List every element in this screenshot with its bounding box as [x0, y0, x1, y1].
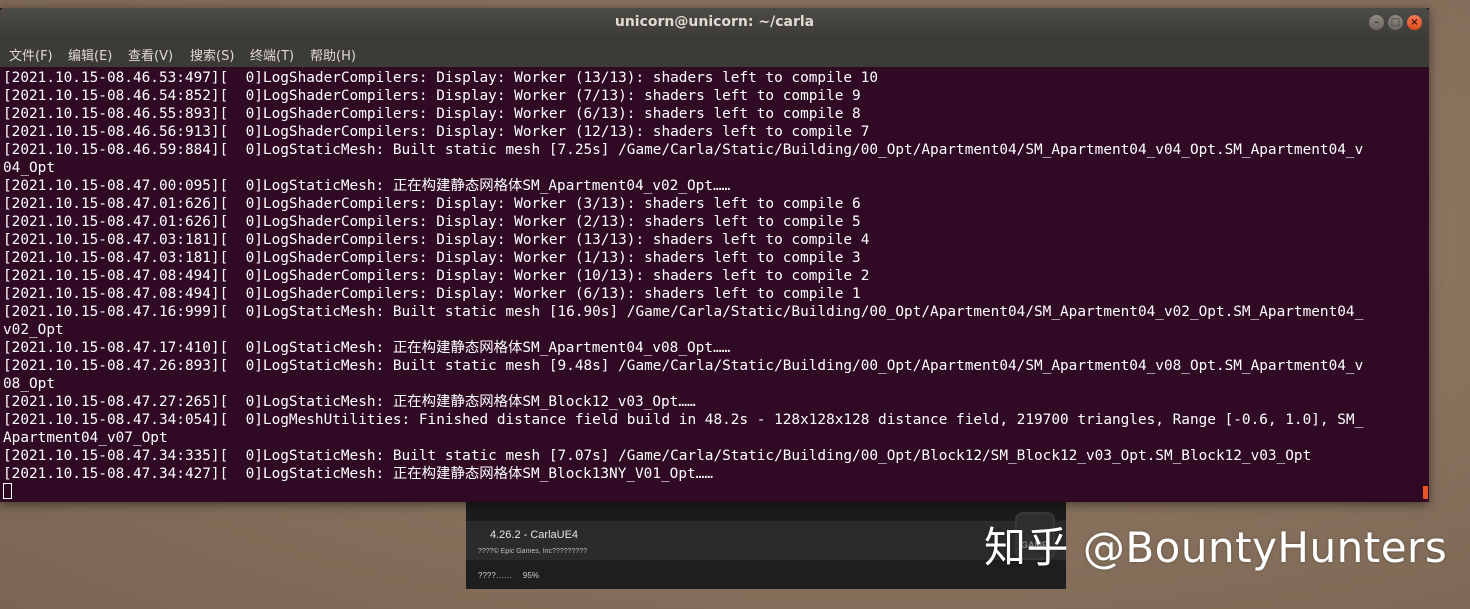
maximize-button[interactable]: □: [1388, 15, 1403, 30]
window-titlebar[interactable]: unicorn@unicorn: ~/carla – □ ×: [0, 8, 1429, 38]
menu-search[interactable]: 搜索(S): [190, 45, 234, 64]
menu-terminal[interactable]: 终端(T): [250, 45, 294, 64]
terminal-line: [2021.10.15-08.47.01:626][ 0]LogShaderCo…: [3, 214, 861, 230]
terminal-line: [2021.10.15-08.46.54:852][ 0]LogShaderCo…: [3, 88, 861, 104]
scrollbar[interactable]: [1423, 486, 1428, 499]
terminal-line: [2021.10.15-08.47.26:893][ 0]LogStaticMe…: [3, 358, 1364, 374]
terminal-line: [2021.10.15-08.46.53:497][ 0]LogShaderCo…: [3, 70, 879, 86]
zhihu-watermark: 知乎 @BountyHunters: [984, 523, 1448, 572]
terminal-line: [2021.10.15-08.46.59:884][ 0]LogStaticMe…: [3, 142, 1364, 158]
splash-loading-percent: 95%: [522, 571, 539, 580]
close-icon: ×: [1410, 17, 1419, 28]
close-button[interactable]: ×: [1407, 15, 1422, 30]
minimize-button[interactable]: –: [1369, 15, 1384, 30]
terminal-line: [2021.10.15-08.46.56:913][ 0]LogShaderCo…: [3, 124, 870, 140]
terminal-line: [2021.10.15-08.47.34:054][ 0]LogMeshUtil…: [3, 412, 1364, 428]
unreal-splash-window: 4.26.2 - CarlaUE4 ????© Epic Games, Inc?…: [466, 494, 1066, 589]
menu-view[interactable]: 查看(V): [128, 45, 173, 64]
terminal-line: 04_Opt: [3, 160, 55, 176]
terminal-window[interactable]: unicorn@unicorn: ~/carla – □ × 文件(F) 编辑(…: [0, 8, 1429, 502]
terminal-line: v02_Opt: [3, 322, 64, 338]
splash-version-title: 4.26.2 - CarlaUE4: [490, 529, 579, 541]
terminal-line: [2021.10.15-08.47.34:335][ 0]LogStaticMe…: [3, 448, 1312, 464]
terminal-line: Apartment04_v07_Opt: [3, 430, 168, 446]
terminal-line: [2021.10.15-08.47.08:494][ 0]LogShaderCo…: [3, 286, 861, 302]
terminal-line: [2021.10.15-08.47.27:265][ 0]LogStaticMe…: [3, 394, 696, 410]
minimize-icon: –: [1374, 17, 1379, 28]
terminal-line: [2021.10.15-08.47.03:181][ 0]LogShaderCo…: [3, 232, 870, 248]
menu-edit[interactable]: 编辑(E): [68, 45, 112, 64]
terminal-line: [2021.10.15-08.47.08:494][ 0]LogShaderCo…: [3, 268, 870, 284]
text-cursor: [3, 483, 12, 499]
menu-file[interactable]: 文件(F): [9, 45, 53, 64]
terminal-line: [2021.10.15-08.47.34:427][ 0]LogStaticMe…: [3, 466, 713, 482]
terminal-line: [2021.10.15-08.47.03:181][ 0]LogShaderCo…: [3, 250, 861, 266]
terminal-line: [2021.10.15-08.47.00:095][ 0]LogStaticMe…: [3, 178, 731, 194]
splash-copyright: ????© Epic Games, Inc?????????: [478, 548, 588, 555]
splash-loading-status: ????…… 95%: [478, 571, 539, 580]
menu-bar: 文件(F) 编辑(E) 查看(V) 搜索(S) 终端(T) 帮助(H): [0, 38, 1429, 67]
menu-help[interactable]: 帮助(H): [310, 45, 356, 64]
terminal-line: [2021.10.15-08.47.16:999][ 0]LogStaticMe…: [3, 304, 1364, 320]
terminal-output[interactable]: [2021.10.15-08.46.53:497][ 0]LogShaderCo…: [3, 69, 1423, 483]
maximize-icon: □: [1390, 17, 1401, 28]
splash-status-bar: [466, 560, 1066, 589]
terminal-line: [2021.10.15-08.47.17:410][ 0]LogStaticMe…: [3, 340, 731, 356]
window-title: unicorn@unicorn: ~/carla: [614, 14, 815, 30]
terminal-line: 08_Opt: [3, 376, 55, 392]
terminal-line: [2021.10.15-08.46.55:893][ 0]LogShaderCo…: [3, 106, 861, 122]
splash-loading-text: ????……: [478, 571, 512, 580]
terminal-line: [2021.10.15-08.47.01:626][ 0]LogShaderCo…: [3, 196, 861, 212]
